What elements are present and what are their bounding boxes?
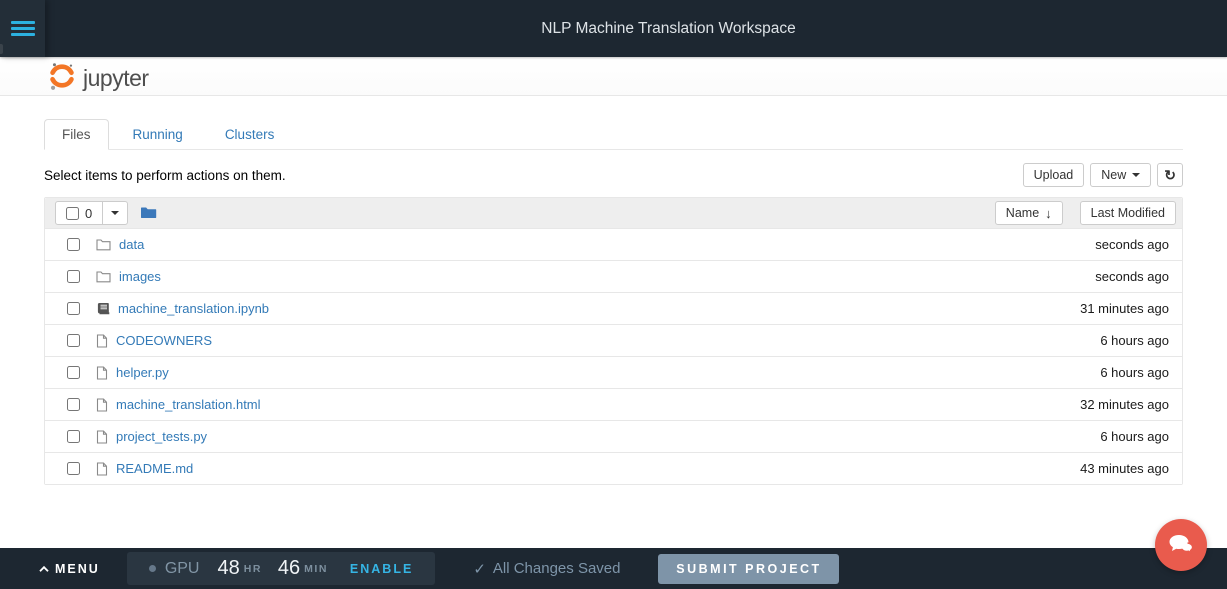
row-checkbox[interactable] xyxy=(67,334,80,347)
save-status: ✓ All Changes Saved xyxy=(473,560,620,578)
upload-button[interactable]: Upload xyxy=(1023,163,1085,187)
modified-time: 6 hours ago xyxy=(1100,429,1169,444)
gpu-hours-value: 48 xyxy=(217,557,239,580)
file-row[interactable]: project_tests.py 6 hours ago xyxy=(45,420,1182,452)
main-content: Files Running Clusters Select items to p… xyxy=(0,119,1227,485)
chat-bubbles-icon xyxy=(1167,533,1195,557)
save-status-label: All Changes Saved xyxy=(493,560,621,577)
row-checkbox[interactable] xyxy=(67,430,80,443)
workspace-footer: MENU GPU 48 HR 46 MIN ENABLE ✓ All Chang… xyxy=(0,548,1227,589)
select-all-button[interactable]: 0 xyxy=(55,201,103,225)
gpu-label: GPU xyxy=(165,560,200,578)
jupyter-header: jupyter xyxy=(0,57,1227,96)
jupyter-logo-icon xyxy=(46,60,78,92)
refresh-icon: ↻ xyxy=(1164,168,1176,182)
file-row[interactable]: data seconds ago xyxy=(45,228,1182,260)
row-checkbox[interactable] xyxy=(67,270,80,283)
file-link[interactable]: README.md xyxy=(116,461,193,476)
file-icon xyxy=(96,398,108,412)
jupyter-logo-text: jupyter xyxy=(83,67,149,92)
file-link[interactable]: project_tests.py xyxy=(116,429,207,444)
tab-files[interactable]: Files xyxy=(44,119,109,150)
modified-time: 32 minutes ago xyxy=(1080,397,1169,412)
row-checkbox[interactable] xyxy=(67,302,80,315)
tab-clusters[interactable]: Clusters xyxy=(207,119,293,150)
gpu-minutes-value: 46 xyxy=(278,557,300,580)
tab-bar: Files Running Clusters xyxy=(44,119,1183,150)
chevron-down-icon xyxy=(111,211,119,215)
submit-project-button[interactable]: SUBMIT PROJECT xyxy=(658,554,839,584)
select-dropdown-button[interactable] xyxy=(102,201,128,225)
actions-toolbar: Select items to perform actions on them.… xyxy=(44,163,1183,187)
file-link[interactable]: helper.py xyxy=(116,365,169,380)
file-icon xyxy=(96,430,108,444)
gpu-timer-panel: GPU 48 HR 46 MIN ENABLE xyxy=(127,552,436,585)
workspace-title: NLP Machine Translation Workspace xyxy=(110,20,1227,38)
file-row[interactable]: machine_translation.ipynb 31 minutes ago xyxy=(45,292,1182,324)
refresh-button[interactable]: ↻ xyxy=(1157,163,1183,187)
row-checkbox[interactable] xyxy=(67,238,80,251)
file-link[interactable]: images xyxy=(119,269,161,284)
notebook-icon xyxy=(96,302,110,315)
list-header: 0 Name ↓ Last Modified xyxy=(45,198,1182,228)
selection-hint: Select items to perform actions on them. xyxy=(44,168,286,183)
hamburger-icon xyxy=(11,21,35,24)
drawer-handle xyxy=(0,44,3,54)
folder-icon xyxy=(96,238,111,251)
modified-time: seconds ago xyxy=(1095,269,1169,284)
file-link[interactable]: machine_translation.html xyxy=(116,397,261,412)
footer-menu-button[interactable]: MENU xyxy=(38,562,100,576)
hamburger-menu-button[interactable] xyxy=(0,0,45,57)
jupyter-logo[interactable]: jupyter xyxy=(46,60,149,92)
checkmark-icon: ✓ xyxy=(473,560,486,578)
top-app-bar: NLP Machine Translation Workspace xyxy=(0,0,1227,57)
gpu-enable-button[interactable]: ENABLE xyxy=(350,562,413,576)
current-folder-icon[interactable] xyxy=(141,206,157,220)
modified-time: 43 minutes ago xyxy=(1080,461,1169,476)
chevron-down-icon xyxy=(1132,173,1140,177)
gpu-status-dot-icon xyxy=(149,565,156,572)
selected-count: 0 xyxy=(85,206,92,221)
row-checkbox[interactable] xyxy=(67,398,80,411)
sort-by-name-button[interactable]: Name ↓ xyxy=(995,201,1063,225)
file-link[interactable]: machine_translation.ipynb xyxy=(118,301,269,316)
file-row[interactable]: README.md 43 minutes ago xyxy=(45,452,1182,484)
file-icon xyxy=(96,334,108,348)
file-row[interactable]: images seconds ago xyxy=(45,260,1182,292)
file-link[interactable]: CODEOWNERS xyxy=(116,333,212,348)
file-icon xyxy=(96,462,108,476)
file-row[interactable]: CODEOWNERS 6 hours ago xyxy=(45,324,1182,356)
chevron-up-icon xyxy=(38,565,50,573)
new-dropdown-button[interactable]: New xyxy=(1090,163,1151,187)
sort-arrow-down-icon: ↓ xyxy=(1045,206,1052,221)
modified-time: 31 minutes ago xyxy=(1080,301,1169,316)
file-row[interactable]: machine_translation.html 32 minutes ago xyxy=(45,388,1182,420)
select-all-checkbox[interactable] xyxy=(66,207,79,220)
modified-time: seconds ago xyxy=(1095,237,1169,252)
sort-by-modified-button[interactable]: Last Modified xyxy=(1080,201,1176,225)
row-checkbox[interactable] xyxy=(67,462,80,475)
gpu-minutes-unit: MIN xyxy=(304,563,328,575)
file-link[interactable]: data xyxy=(119,237,144,252)
file-icon xyxy=(96,366,108,380)
row-checkbox[interactable] xyxy=(67,366,80,379)
chat-support-button[interactable] xyxy=(1155,519,1207,571)
modified-time: 6 hours ago xyxy=(1100,333,1169,348)
tab-running[interactable]: Running xyxy=(115,119,201,150)
modified-time: 6 hours ago xyxy=(1100,365,1169,380)
file-row[interactable]: helper.py 6 hours ago xyxy=(45,356,1182,388)
file-listing: 0 Name ↓ Last Modified xyxy=(44,197,1183,485)
folder-icon xyxy=(96,270,111,283)
gpu-hours-unit: HR xyxy=(244,563,262,575)
